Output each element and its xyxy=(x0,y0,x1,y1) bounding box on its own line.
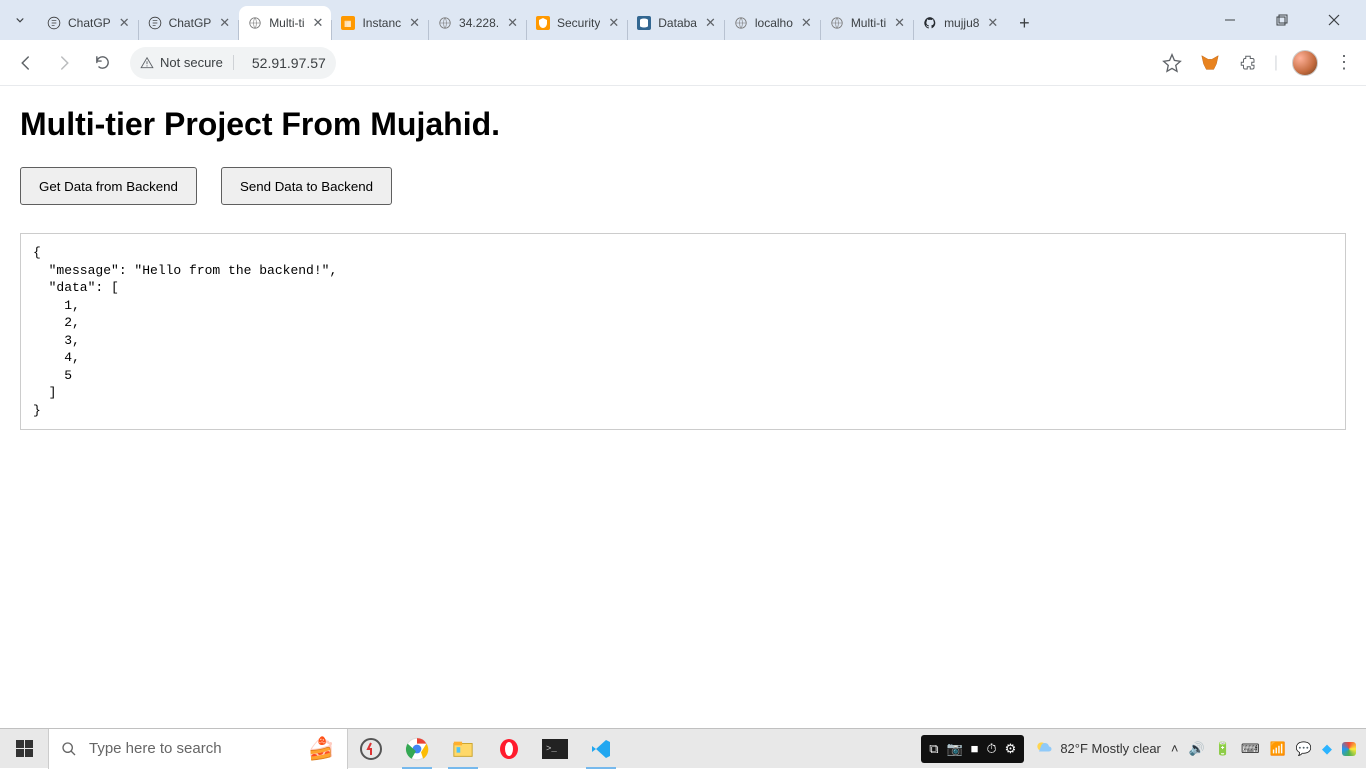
response-output: { "message": "Hello from the backend!", … xyxy=(20,233,1346,430)
tab-favicon xyxy=(437,15,453,31)
tab-title: localho xyxy=(755,16,793,30)
tab-favicon xyxy=(46,15,62,31)
browser-tab[interactable]: Multi-ti ✕ xyxy=(239,6,331,40)
taskbar-opera-icon[interactable] xyxy=(486,729,532,769)
chevron-up-icon[interactable]: ˄ xyxy=(1171,741,1179,756)
weather-icon xyxy=(1034,739,1054,759)
browser-tab[interactable]: Databa ✕ xyxy=(628,6,724,40)
tab-close-icon[interactable]: ✕ xyxy=(894,15,905,31)
weather-text: 82°F Mostly clear xyxy=(1060,741,1161,756)
tray-app-icon[interactable]: ◆ xyxy=(1322,741,1332,757)
windows-logo-icon xyxy=(16,740,33,757)
tab-close-icon[interactable]: ✕ xyxy=(608,15,619,31)
tab-close-icon[interactable]: ✕ xyxy=(219,15,230,31)
timer-icon: ⏱ xyxy=(987,741,997,757)
tab-title: mujju8 xyxy=(944,16,979,30)
tab-favicon xyxy=(922,15,938,31)
window-minimize-button[interactable] xyxy=(1208,4,1252,36)
tab-close-icon[interactable]: ✕ xyxy=(409,15,420,31)
browser-tab[interactable]: ▦ Instanc ✕ xyxy=(332,6,428,40)
gear-icon: ⚙ xyxy=(1005,741,1017,757)
tab-favicon xyxy=(829,15,845,31)
tab-favicon xyxy=(147,15,163,31)
search-highlight-icon: 🍰 xyxy=(308,736,335,762)
tab-search-button[interactable] xyxy=(6,6,34,34)
taskbar-explorer-icon[interactable] xyxy=(440,729,486,769)
start-button[interactable] xyxy=(0,729,48,769)
tab-title: 34.228. xyxy=(459,16,499,30)
screenshot-icon: ⧉ xyxy=(929,741,938,757)
tab-close-icon[interactable]: ✕ xyxy=(313,15,324,31)
window-close-button[interactable] xyxy=(1312,4,1356,36)
tray-app-icon-2[interactable] xyxy=(1342,742,1356,756)
browser-toolbar: Not secure 52.91.97.57 | ⋮ xyxy=(0,40,1366,86)
svg-text:>_: >_ xyxy=(546,744,557,754)
taskbar-vscode-icon[interactable] xyxy=(578,729,624,769)
tab-title: Multi-ti xyxy=(269,16,304,30)
extensions-button[interactable] xyxy=(1236,51,1260,75)
send-data-button[interactable]: Send Data to Backend xyxy=(221,167,392,205)
back-button[interactable] xyxy=(10,47,42,79)
security-label: Not secure xyxy=(160,55,223,70)
page-title: Multi-tier Project From Mujahid. xyxy=(20,106,1346,143)
url-text: 52.91.97.57 xyxy=(252,55,332,71)
system-tray[interactable]: ˄ 🔊 🔋 ⌨ 📶 💬 ◆ xyxy=(1171,741,1356,757)
reload-button[interactable] xyxy=(86,47,118,79)
tray-recording-widget[interactable]: ⧉ 📷 ■ ⏱ ⚙ xyxy=(921,735,1024,763)
browser-tab[interactable]: ChatGP ✕ xyxy=(139,6,239,40)
bookmark-star-icon[interactable] xyxy=(1160,51,1184,75)
svg-text:▦: ▦ xyxy=(344,19,352,28)
get-data-button[interactable]: Get Data from Backend xyxy=(20,167,197,205)
taskbar-yandex-icon[interactable] xyxy=(348,729,394,769)
tab-close-icon[interactable]: ✕ xyxy=(119,15,130,31)
browser-tab[interactable]: mujju8 ✕ xyxy=(914,6,1006,40)
tab-favicon xyxy=(535,15,551,31)
browser-tab[interactable]: Security ✕ xyxy=(527,6,627,40)
profile-avatar[interactable] xyxy=(1292,50,1318,76)
tab-favicon: ▦ xyxy=(340,15,356,31)
browser-tab[interactable]: ChatGP ✕ xyxy=(38,6,138,40)
tab-favicon xyxy=(733,15,749,31)
tab-close-icon[interactable]: ✕ xyxy=(801,15,812,31)
taskbar-chrome-icon[interactable] xyxy=(394,729,440,769)
address-bar[interactable]: Not secure 52.91.97.57 xyxy=(130,47,336,79)
tab-close-icon[interactable]: ✕ xyxy=(507,15,518,31)
browser-tab[interactable]: Multi-ti ✕ xyxy=(821,6,913,40)
tab-title: Multi-ti xyxy=(851,16,886,30)
security-indicator[interactable]: Not secure xyxy=(140,55,234,70)
new-tab-button[interactable]: + xyxy=(1010,9,1038,37)
tab-close-icon[interactable]: ✕ xyxy=(987,15,998,31)
tab-title: Databa xyxy=(658,16,697,30)
tab-favicon xyxy=(247,15,263,31)
wifi-icon[interactable]: 📶 xyxy=(1270,741,1286,757)
camera-icon: 📷 xyxy=(946,741,962,757)
forward-button[interactable] xyxy=(48,47,80,79)
tab-title: ChatGP xyxy=(68,16,111,30)
taskbar-terminal-icon[interactable]: >_ xyxy=(532,729,578,769)
browser-tab-strip: ChatGP ✕ ChatGP ✕ Multi-ti ✕ ▦ Instanc ✕ 34.228. ✕… xyxy=(0,0,1366,40)
browser-tab[interactable]: 34.228. ✕ xyxy=(429,6,526,40)
tab-favicon xyxy=(636,15,652,31)
search-icon xyxy=(61,741,77,757)
video-icon: ■ xyxy=(971,741,979,756)
tab-close-icon[interactable]: ✕ xyxy=(705,15,716,31)
keyboard-icon[interactable]: ⌨ xyxy=(1241,741,1260,757)
windows-taskbar: Type here to search 🍰 >_ ⧉ 📷 ■ ⏱ ⚙ 82°F … xyxy=(0,728,1366,768)
volume-icon[interactable]: 🔊 xyxy=(1188,741,1204,757)
browser-tab[interactable]: localho ✕ xyxy=(725,6,820,40)
tab-title: ChatGP xyxy=(169,16,212,30)
search-placeholder: Type here to search xyxy=(89,740,222,757)
tab-title: Security xyxy=(557,16,600,30)
taskbar-search[interactable]: Type here to search 🍰 xyxy=(48,729,348,769)
tab-title: Instanc xyxy=(362,16,401,30)
warning-icon xyxy=(140,56,154,70)
notifications-icon[interactable]: 💬 xyxy=(1296,741,1312,757)
window-maximize-button[interactable] xyxy=(1260,4,1304,36)
battery-icon[interactable]: 🔋 xyxy=(1215,741,1231,757)
page-content: Multi-tier Project From Mujahid. Get Dat… xyxy=(0,86,1366,450)
chrome-menu-button[interactable]: ⋮ xyxy=(1332,51,1356,75)
weather-widget[interactable]: 82°F Mostly clear xyxy=(1034,739,1161,759)
metamask-extension-icon[interactable] xyxy=(1198,51,1222,75)
